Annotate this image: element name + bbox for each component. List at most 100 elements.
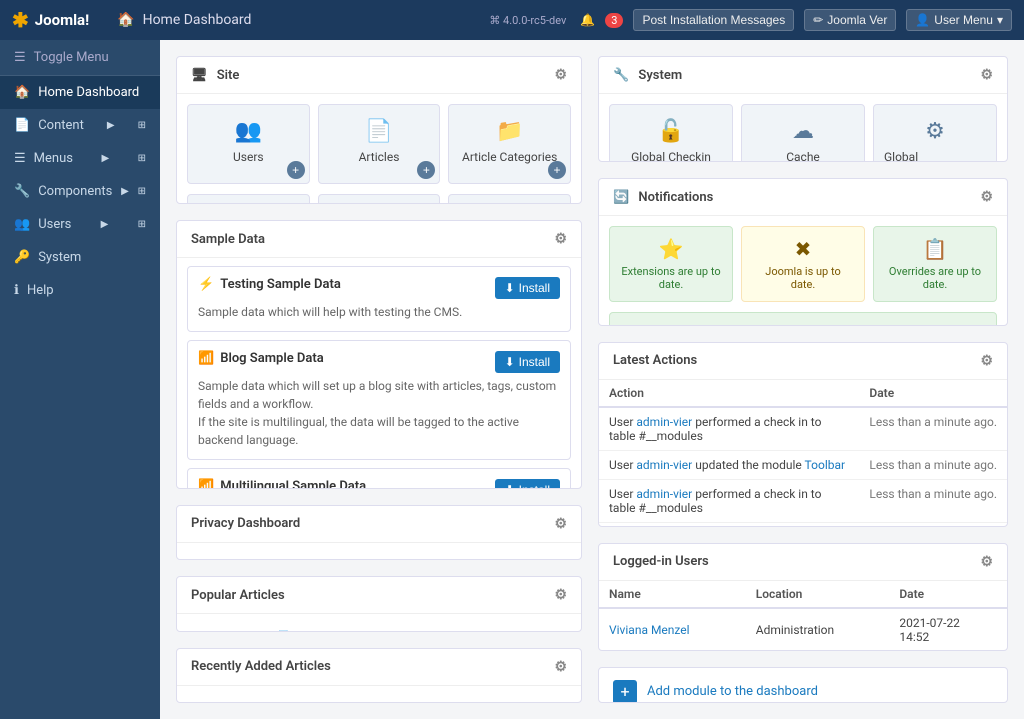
multilingual-install-label: Install (519, 483, 550, 488)
user-name-link[interactable]: Viviana Menzel (609, 623, 690, 637)
testing-title-text: Testing Sample Data (220, 277, 341, 292)
menus-grid-icon: ⊞ (138, 153, 146, 164)
logo: ✱ Joomla! (12, 8, 89, 32)
system-panel-title: System (638, 68, 682, 83)
topbar-right: ⌘ 4.0.0-rc5-dev 🔔 3 Post Installation Me… (489, 9, 1012, 31)
notif-ext-icon: ⭐ (659, 237, 684, 261)
site-tile-plugins[interactable]: 🔌 Plugins (448, 194, 571, 204)
actions-header-row: Action Date (599, 380, 1007, 407)
wifi-icon: 📶 (198, 351, 214, 366)
user-link[interactable]: admin-vier (636, 458, 692, 472)
sample-item-multilingual-title: 📶 Multilingual Sample Data (198, 479, 366, 488)
popular-articles-empty: 📄 No Articles have been created yet. (177, 614, 581, 632)
popular-articles-gear-icon[interactable]: ⚙ (554, 587, 567, 603)
right-column: 🔧 System ⚙ 🔓 Global Checkin ☁ Cache (598, 56, 1008, 703)
privacy-panel-header: Privacy Dashboard ⚙ (177, 506, 581, 543)
joomla-ver-label: Joomla Ver (827, 13, 887, 27)
sample-data-gear-icon[interactable]: ⚙ (554, 231, 567, 247)
sidebar-item-components[interactable]: 🔧 Components ▶ ⊞ (0, 175, 160, 208)
content-grid-icon: ⊞ (138, 120, 146, 131)
site-tile-media[interactable]: 🖼 Media (187, 194, 310, 204)
user-link[interactable]: admin-vier (636, 415, 692, 429)
system-panel: 🔧 System ⚙ 🔓 Global Checkin ☁ Cache (598, 56, 1008, 162)
add-module-button[interactable]: + Add module to the dashboard (599, 668, 1007, 703)
post-install-button[interactable]: Post Installation Messages (633, 9, 794, 31)
notifications-grid: ⭐ Extensions are up to date. ✖ Joomla is… (599, 216, 1007, 312)
sample-data-title: Sample Data (191, 232, 265, 247)
menus-icon: ☰ (14, 151, 26, 166)
menus-label: Menus (34, 151, 73, 166)
main-layout: ☰ Home Dashboard Toggle Menu 🏠 Home Dash… (0, 40, 1024, 719)
system-nav-icon: 🔑 (14, 250, 30, 265)
home-dashboard-label: Home Dashboard (38, 85, 139, 100)
users-header-row: Name Location Date (599, 581, 1007, 608)
multilingual-install-icon: ⬇ (505, 483, 515, 488)
sample-item-blog: 📶 Blog Sample Data ⬇ Install Sample data… (187, 340, 571, 460)
table-row: User admin-vier performed a check in to … (599, 479, 1007, 522)
articles-add-button[interactable]: + (417, 161, 435, 179)
testing-desc: Sample data which will help with testing… (198, 303, 560, 321)
recently-added-panel: Recently Added Articles ⚙ 📄 No Articles … (176, 648, 582, 704)
notif-overrides: 📋 Overrides are up to date. (873, 226, 997, 302)
users-arrow-icon: ▶ (101, 219, 109, 230)
blog-title-text: Blog Sample Data (220, 351, 324, 366)
testing-install-button[interactable]: ⬇ Install (495, 277, 560, 299)
sidebar-item-menus[interactable]: ☰ Menus ▶ ⊞ (0, 142, 160, 175)
users-add-button[interactable]: + (287, 161, 305, 179)
categories-tile-icon: 📁 (496, 119, 523, 144)
add-module-card: + Add module to the dashboard (598, 667, 1008, 703)
sys-tile-cache[interactable]: ☁ Cache (741, 104, 865, 162)
sidebar-item-users[interactable]: 👥 Users ▶ ⊞ (0, 208, 160, 241)
sample-item-blog-title: 📶 Blog Sample Data (198, 351, 324, 366)
name-col-header: Name (599, 581, 746, 608)
joomla-ver-button[interactable]: ✏ Joomla Ver (804, 9, 896, 31)
latest-actions-title: Latest Actions (613, 353, 697, 368)
components-arrow-icon: ▶ (121, 186, 129, 197)
users-date-col-header: Date (889, 581, 1007, 608)
sys-tile-global-config[interactable]: ⚙ Global Configuration (873, 104, 997, 162)
latest-actions-header: Latest Actions ⚙ (599, 343, 1007, 380)
multilingual-install-button[interactable]: ⬇ Install (495, 479, 560, 488)
site-tile-users[interactable]: 👥 Users + (187, 104, 310, 184)
notifications-header: 🔄 Notifications ⚙ (599, 179, 1007, 216)
table-row: User admin-vier updated the module Toolb… (599, 522, 1007, 527)
recently-added-gear-icon[interactable]: ⚙ (554, 659, 567, 675)
toggle-menu-button[interactable]: ☰ Home Dashboard Toggle Menu (0, 40, 160, 76)
user-icon: 👤 (915, 13, 930, 27)
system-panel-gear-icon[interactable]: ⚙ (980, 67, 993, 83)
module-link[interactable]: Toolbar (805, 458, 846, 472)
logo-text: Joomla! (35, 11, 89, 29)
sidebar-item-home-dashboard[interactable]: 🏠 Home Dashboard (0, 76, 160, 109)
logged-in-users-gear-icon[interactable]: ⚙ (980, 554, 993, 570)
notification-badge: 3 (605, 13, 623, 28)
user-menu-button[interactable]: 👤 User Menu ▾ (906, 9, 1012, 31)
date-cell: Less than a minute ago. (859, 450, 1007, 479)
sidebar-item-system[interactable]: 🔑 System (0, 241, 160, 274)
site-tile-categories[interactable]: 📁 Article Categories + (448, 104, 571, 184)
notif-joomla-label: Joomla is up to date. (752, 265, 854, 291)
chevron-down-icon: ▾ (997, 13, 1003, 27)
latest-actions-gear-icon[interactable]: ⚙ (980, 353, 993, 369)
notif-joomla-icon: ✖ (795, 237, 812, 261)
site-tile-modules[interactable]: 📦 Modules + (318, 194, 441, 204)
site-panel-header: 🖥 Site ⚙ (177, 57, 581, 94)
bolt-icon: ⚡ (198, 277, 214, 292)
sidebar-item-help[interactable]: ℹ Help (0, 274, 160, 307)
notifications-gear-icon[interactable]: ⚙ (980, 189, 993, 205)
categories-add-button[interactable]: + (548, 161, 566, 179)
actions-table: Action Date User admin-vier performed a … (599, 380, 1007, 527)
notif-overrides-label: Overrides are up to date. (884, 265, 986, 291)
action-col-header: Action (599, 380, 859, 407)
notif-privacy-row: 👥 No urgent privacy requests. (599, 312, 1007, 325)
blog-install-button[interactable]: ⬇ Install (495, 351, 560, 373)
table-row: User admin-vier updated the module Toolb… (599, 450, 1007, 479)
date-cell: Less than a minute ago. (859, 479, 1007, 522)
users-thead: Name Location Date (599, 581, 1007, 608)
sidebar-item-content[interactable]: 📄 Content ▶ ⊞ (0, 109, 160, 142)
site-tile-articles[interactable]: 📄 Articles + (318, 104, 441, 184)
bell-icon: 🔔 (580, 13, 595, 27)
site-panel-gear-icon[interactable]: ⚙ (554, 67, 567, 83)
sys-tile-checkin[interactable]: 🔓 Global Checkin (609, 104, 733, 162)
privacy-gear-icon[interactable]: ⚙ (554, 516, 567, 532)
user-link[interactable]: admin-vier (636, 487, 692, 501)
